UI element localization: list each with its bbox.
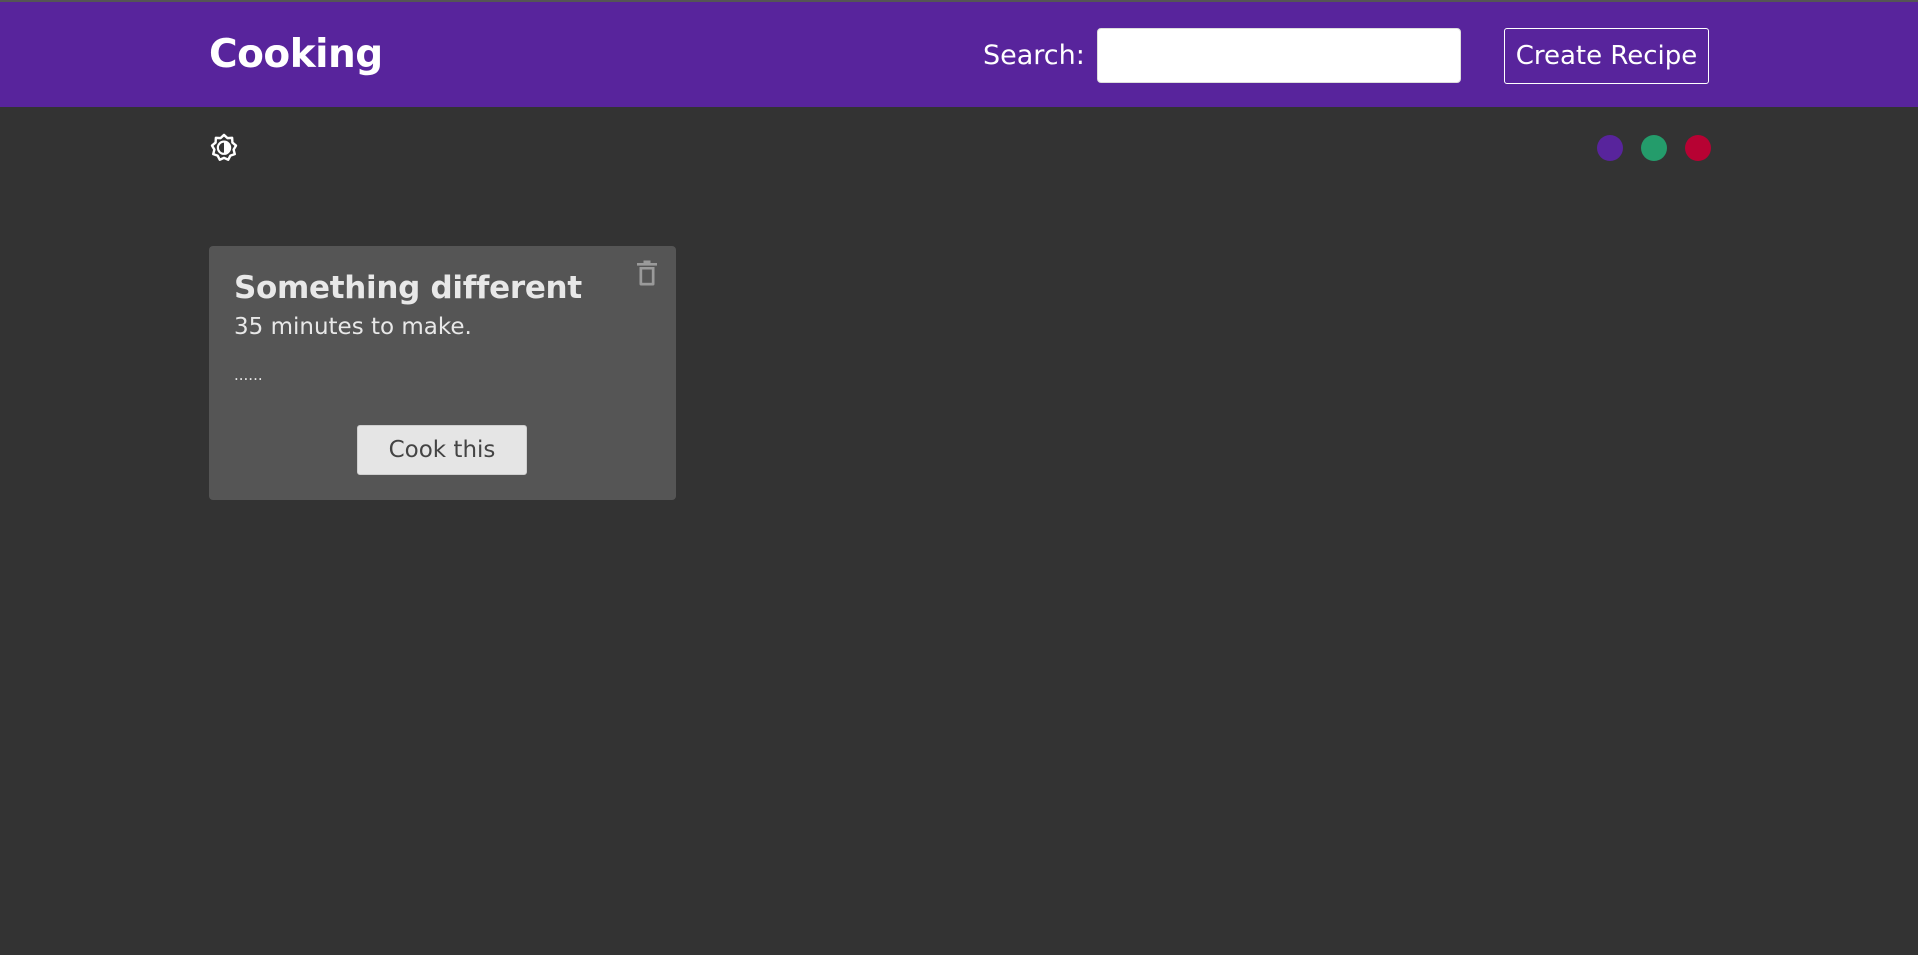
cook-this-button[interactable]: Cook this	[357, 425, 527, 475]
recipe-title: Something different	[234, 270, 582, 306]
navbar: Cooking Search: Create Recipe	[0, 2, 1918, 107]
search-label: Search:	[983, 40, 1085, 71]
recipe-description: ......	[234, 366, 263, 384]
create-recipe-button[interactable]: Create Recipe	[1504, 28, 1709, 84]
recipe-card: Something different 35 minutes to make. …	[209, 246, 676, 500]
brand-title[interactable]: Cooking	[209, 32, 383, 77]
brightness-contrast-icon[interactable]	[208, 132, 240, 164]
theme-color-swatches	[1597, 135, 1711, 161]
recipe-cooking-time: 35 minutes to make.	[234, 314, 472, 340]
search-bar: Search:	[983, 28, 1461, 83]
swatch-red[interactable]	[1685, 135, 1711, 161]
swatch-purple[interactable]	[1597, 135, 1623, 161]
search-input[interactable]	[1096, 28, 1461, 83]
trash-icon[interactable]	[636, 260, 658, 286]
swatch-green[interactable]	[1641, 135, 1667, 161]
